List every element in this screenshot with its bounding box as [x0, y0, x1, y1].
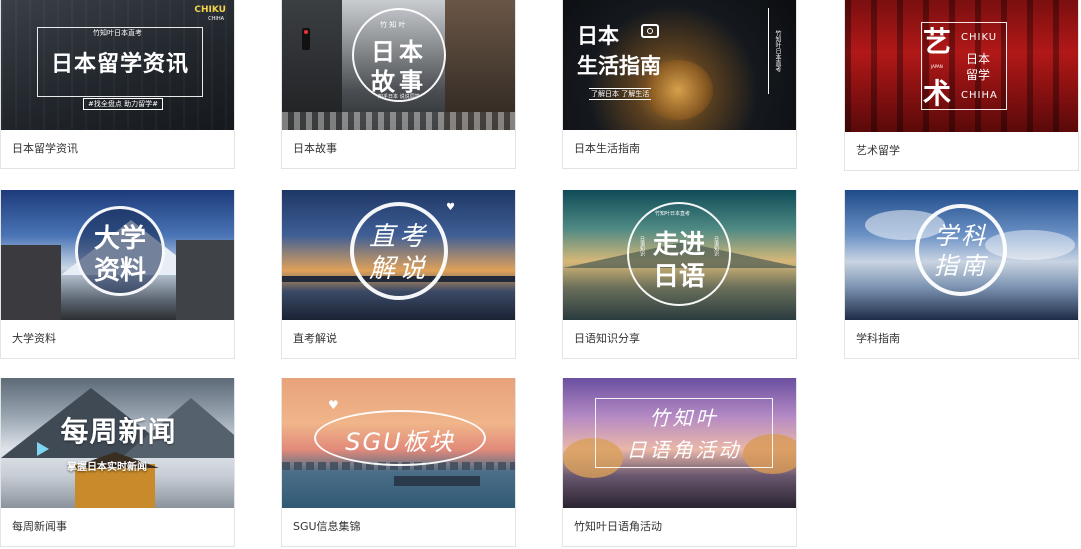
camera-icon: [641, 24, 659, 38]
tagline: #找全盘点 助力留学#: [83, 98, 163, 110]
card-direct-exam-guide[interactable]: 直考 解说 ♥ 直考解说: [281, 190, 516, 359]
card-title-line-2: 日语角活动: [626, 438, 742, 462]
subtitle-line-1: 日本: [966, 52, 991, 66]
tagline: 掌握日本实时新闻: [67, 462, 147, 473]
card-caption[interactable]: 日语知识分享: [563, 320, 796, 358]
top-text: 竹 知 叶: [380, 21, 406, 29]
top-text: 竹知叶日本直考: [655, 211, 691, 217]
side-text: 竹知叶日本直考: [774, 30, 781, 72]
card-title-line-2: 生活指南: [577, 54, 661, 78]
card-caption[interactable]: 每周新闻事: [1, 508, 234, 546]
card-subject-guide[interactable]: 学科 指南 学科指南: [844, 190, 1079, 359]
card-caption[interactable]: 大学资料: [1, 320, 234, 358]
card-caption[interactable]: 日本故事: [282, 130, 515, 168]
card-university-info[interactable]: 大学 资料 大学资料: [0, 190, 235, 359]
card-title-overlay: 日本留学资讯: [50, 52, 189, 77]
card-caption[interactable]: SGU信息集锦: [282, 508, 515, 546]
card-thumbnail[interactable]: 竹知叶日本直考 日本留学资讯 #找全盘点 助力留学# CHIKU CHIHA: [1, 0, 234, 130]
card-title-line-2: 术: [923, 77, 952, 110]
card-title-line-2: 故事: [371, 68, 427, 96]
card-japanese-knowledge[interactable]: 竹知叶日本直考 日语知识 日语知识 走进 日语 日语知识分享: [562, 190, 797, 359]
logo-sub: CHIHA: [208, 16, 224, 22]
card-japan-life-guide[interactable]: 日本 生活指南 了解日本 了解生活 竹知叶日本直考 日本生活指南: [562, 0, 797, 169]
card-thumbnail[interactable]: 学科 指南: [845, 190, 1078, 320]
top-text: 竹知叶日本直考: [93, 29, 142, 37]
card-title-line-2: 指南: [934, 252, 988, 280]
card-thumbnail[interactable]: SGU板块 ♥: [282, 378, 515, 508]
card-title-line-2: 资料: [93, 256, 146, 286]
bottom-text: 知乎日本 说说同学: [378, 94, 420, 100]
card-japan-stories[interactable]: 竹 知 叶 日本 故事 知乎日本 说说同学 日本故事: [281, 0, 516, 169]
card-title-overlay: 每周新闻: [60, 415, 177, 448]
card-thumbnail[interactable]: 竹知叶日本直考 日语知识 日语知识 走进 日语: [563, 190, 796, 320]
card-japan-study-news[interactable]: 竹知叶日本直考 日本留学资讯 #找全盘点 助力留学# CHIKU CHIHA 日…: [0, 0, 235, 169]
card-caption[interactable]: 学科指南: [845, 320, 1078, 358]
card-caption[interactable]: 日本生活指南: [563, 130, 796, 168]
card-title-line-1: 竹知叶: [649, 406, 719, 430]
card-title-line-2: 日语: [652, 262, 705, 292]
card-caption[interactable]: 竹知叶日语角活动: [563, 508, 796, 546]
logo: CHIKU: [194, 5, 226, 15]
logo-sub: CHIHA: [961, 90, 998, 101]
logo: CHIKU: [961, 32, 998, 43]
card-japanese-corner[interactable]: 竹知叶 日语角活动 竹知叶日语角活动: [562, 378, 797, 547]
card-thumbnail[interactable]: 大学 资料: [1, 190, 234, 320]
card-title-line-2: 解说: [368, 254, 429, 284]
heart-icon: ♥: [446, 202, 455, 213]
side-divider: [768, 8, 769, 94]
card-caption[interactable]: 直考解说: [282, 320, 515, 358]
card-sgu-info[interactable]: SGU板块 ♥ SGU信息集锦: [281, 378, 516, 547]
heart-icon: ♥: [328, 398, 339, 412]
card-thumbnail[interactable]: 艺 术 JAPAN CHIKU 日本 留学 CHIHA: [845, 0, 1078, 132]
subtitle-line-2: 留学: [966, 68, 991, 82]
card-title-line-1: 艺: [923, 25, 952, 58]
card-thumbnail[interactable]: 竹 知 叶 日本 故事 知乎日本 说说同学: [282, 0, 515, 130]
play-icon: [37, 442, 49, 456]
card-weekly-news[interactable]: 每周新闻 掌握日本实时新闻 每周新闻事: [0, 378, 235, 547]
card-thumbnail[interactable]: 日本 生活指南 了解日本 了解生活 竹知叶日本直考: [563, 0, 796, 130]
card-title-overlay: SGU板块: [345, 428, 455, 456]
card-caption[interactable]: 日本留学资讯: [1, 130, 234, 168]
tagline: 了解日本 了解生活: [589, 88, 652, 100]
card-art-study[interactable]: 艺 术 JAPAN CHIKU 日本 留学 CHIHA 艺术留学: [844, 0, 1079, 171]
card-title-line-1: 日本: [577, 24, 619, 48]
side-text: JAPAN: [931, 64, 943, 69]
card-caption[interactable]: 艺术留学: [845, 132, 1078, 170]
card-thumbnail[interactable]: 竹知叶 日语角活动: [563, 378, 796, 508]
card-thumbnail[interactable]: 直考 解说 ♥: [282, 190, 515, 320]
card-thumbnail[interactable]: 每周新闻 掌握日本实时新闻: [1, 378, 234, 508]
